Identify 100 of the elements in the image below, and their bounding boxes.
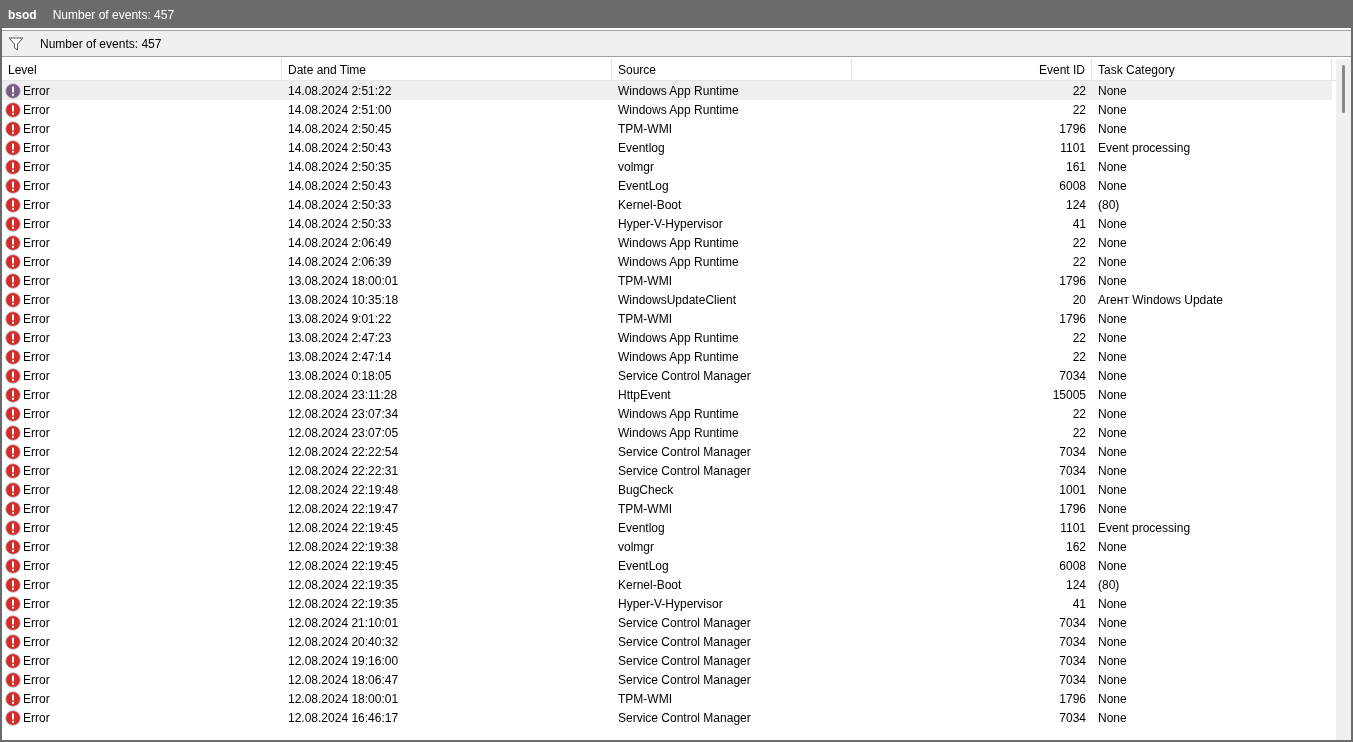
scrollbar-thumb[interactable] [1342,65,1345,113]
event-id-cell: 41 [1072,216,1086,231]
event-row[interactable]: Error 13.08.2024 2:47:14 Windows App Runtime 22 None [2,347,1332,366]
event-row[interactable]: Error 14.08.2024 2:06:49 Windows App Runtime 22 None [2,233,1332,252]
category-cell: None [1098,615,1127,630]
category-cell: None [1098,235,1127,250]
event-id-cell: 7034 [1059,463,1086,478]
event-row[interactable]: Error 13.08.2024 0:18:05 Service Control Manager 7034 None [2,366,1332,385]
event-row[interactable]: Error 13.08.2024 10:35:18 WindowsUpdateClient 20 Агент Windows Update [2,290,1332,309]
column-header[interactable]: Source [612,59,852,80]
level-text: Error [23,614,50,632]
event-row[interactable]: Error 12.08.2024 23:07:05 Windows App Runtime 22 None [2,423,1332,442]
date-cell: 14.08.2024 2:50:35 [288,159,392,174]
level-text: Error [23,386,50,404]
event-id-cell: 22 [1072,330,1086,345]
filter-icon[interactable] [8,36,24,51]
event-row[interactable]: Error 12.08.2024 22:19:45 EventLog 6008 None [2,556,1332,575]
date-cell: 12.08.2024 19:16:00 [288,653,399,668]
date-cell: 14.08.2024 2:50:33 [288,197,392,212]
event-row[interactable]: Error 12.08.2024 22:19:45 Eventlog 1101 Event processing [2,518,1332,537]
event-row[interactable]: Error 12.08.2024 23:11:28 HttpEvent 15005 None [2,385,1332,404]
category-cell: None [1098,216,1127,231]
column-header[interactable]: Date and Time [282,59,612,80]
event-id-cell: 22 [1072,425,1086,440]
source-cell: Service Control Manager [618,672,751,687]
event-row[interactable]: Error 12.08.2024 22:22:31 Service Control Manager 7034 None [2,461,1332,480]
error-icon [5,272,21,289]
source-cell: Eventlog [618,140,665,155]
error-icon [5,329,21,346]
event-row[interactable]: Error 12.08.2024 22:22:54 Service Control Manager 7034 None [2,442,1332,461]
source-cell: Windows App Runtime [618,254,739,269]
level-text: Error [23,557,50,575]
category-cell: None [1098,121,1127,136]
event-row[interactable]: Error 13.08.2024 9:01:22 TPM-WMI 1796 None [2,309,1332,328]
source-cell: TPM-WMI [618,311,672,326]
event-id-cell: 22 [1072,406,1086,421]
level-text: Error [23,405,50,423]
category-cell: None [1098,596,1127,611]
error-icon [5,633,21,650]
event-row[interactable]: Error 12.08.2024 22:19:48 BugCheck 1001 None [2,480,1332,499]
event-row[interactable]: Error 12.08.2024 21:10:01 Service Control Manager 7034 None [2,613,1332,632]
event-id-cell: 41 [1072,596,1086,611]
event-row[interactable]: Error 12.08.2024 20:40:32 Service Control Manager 7034 None [2,632,1332,651]
level-text: Error [23,481,50,499]
level-text: Error [23,158,50,176]
level-text: Error [23,538,50,556]
event-row[interactable]: Error 14.08.2024 2:51:22 Windows App Runtime 22 None [2,81,1332,100]
column-header[interactable]: Task Category [1092,59,1332,80]
column-header[interactable]: Level [2,59,282,80]
date-cell: 12.08.2024 20:40:32 [288,634,399,649]
event-row[interactable]: Error 12.08.2024 22:19:38 volmgr 162 None [2,537,1332,556]
error-icon [5,253,21,270]
date-cell: 13.08.2024 10:35:18 [288,292,399,307]
date-cell: 12.08.2024 22:22:31 [288,463,399,478]
category-cell: None [1098,653,1127,668]
event-row[interactable]: Error 12.08.2024 23:07:34 Windows App Runtime 22 None [2,404,1332,423]
event-row[interactable]: Error 12.08.2024 22:19:35 Kernel-Boot 124 (80) [2,575,1332,594]
event-row[interactable]: Error 12.08.2024 22:19:47 TPM-WMI 1796 None [2,499,1332,518]
event-row[interactable]: Error 14.08.2024 2:50:35 volmgr 161 None [2,157,1332,176]
date-cell: 12.08.2024 22:19:45 [288,520,399,535]
event-row[interactable]: Error 14.08.2024 2:06:39 Windows App Runtime 22 None [2,252,1332,271]
category-cell: None [1098,387,1127,402]
event-row[interactable]: Error 13.08.2024 2:47:23 Windows App Runtime 22 None [2,328,1332,347]
event-row[interactable]: Error 14.08.2024 2:50:45 TPM-WMI 1796 None [2,119,1332,138]
level-text: Error [23,139,50,157]
event-row[interactable]: Error 14.08.2024 2:50:43 Eventlog 1101 Event processing [2,138,1332,157]
event-id-cell: 22 [1072,349,1086,364]
event-id-cell: 7034 [1059,615,1086,630]
event-row[interactable]: Error 12.08.2024 22:19:35 Hyper-V-Hypervisor 41 None [2,594,1332,613]
event-row[interactable]: Error 14.08.2024 2:51:00 Windows App Runtime 22 None [2,100,1332,119]
source-cell: TPM-WMI [618,691,672,706]
event-id-cell: 22 [1072,83,1086,98]
event-row[interactable]: Error 14.08.2024 2:50:33 Hyper-V-Hypervisor 41 None [2,214,1332,233]
category-cell: None [1098,349,1127,364]
level-text: Error [23,500,50,518]
event-row[interactable]: Error 13.08.2024 18:00:01 TPM-WMI 1796 None [2,271,1332,290]
event-row[interactable]: Error 12.08.2024 19:16:00 Service Control Manager 7034 None [2,651,1332,670]
category-cell: (80) [1098,577,1120,592]
category-cell: None [1098,634,1127,649]
event-id-cell: 1101 [1060,140,1086,155]
date-cell: 14.08.2024 2:06:49 [288,235,392,250]
column-header[interactable]: Event ID [852,59,1092,80]
date-cell: 14.08.2024 2:50:43 [288,178,392,193]
error-icon [5,367,21,384]
event-row[interactable]: Error 14.08.2024 2:50:33 Kernel-Boot 124 (80) [2,195,1332,214]
event-row[interactable]: Error 12.08.2024 16:46:17 Service Control Manager 7034 None [2,708,1332,727]
source-cell: Service Control Manager [618,463,751,478]
date-cell: 14.08.2024 2:51:00 [288,102,392,117]
event-id-cell: 1796 [1059,501,1086,516]
level-text: Error [23,120,50,138]
source-cell: Service Control Manager [618,710,751,725]
source-cell: Service Control Manager [618,615,751,630]
scrollbar[interactable] [1336,59,1351,740]
event-row[interactable]: Error 14.08.2024 2:50:43 EventLog 6008 None [2,176,1332,195]
date-cell: 12.08.2024 22:19:47 [288,501,399,516]
source-cell: Hyper-V-Hypervisor [618,216,723,231]
level-text: Error [23,633,50,651]
category-cell: None [1098,501,1127,516]
event-row[interactable]: Error 12.08.2024 18:06:47 Service Control Manager 7034 None [2,670,1332,689]
event-row[interactable]: Error 12.08.2024 18:00:01 TPM-WMI 1796 None [2,689,1332,708]
